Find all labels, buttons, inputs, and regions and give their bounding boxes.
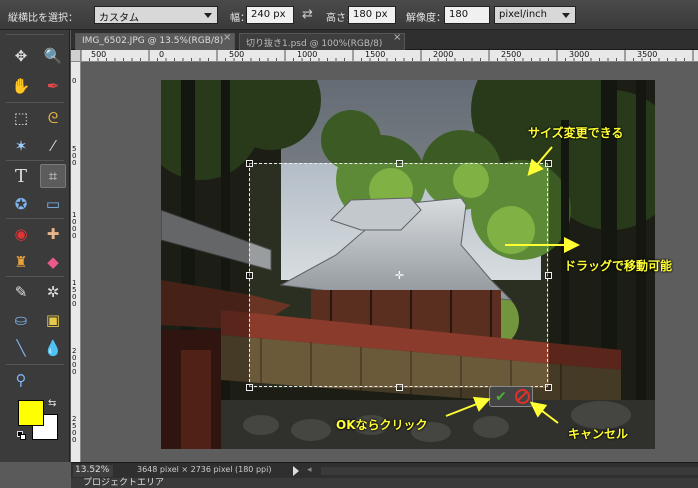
aspect-ratio-select[interactable]: カスタム bbox=[94, 6, 218, 24]
project-bin-label: プロジェクトエリア bbox=[83, 478, 165, 488]
zoom-level-field[interactable]: 13.52% bbox=[73, 465, 113, 477]
crop-handle-bottom-right[interactable] bbox=[545, 384, 552, 391]
width-field[interactable]: 240 px bbox=[246, 6, 294, 24]
eraser-tool-icon[interactable]: ◆ bbox=[40, 250, 66, 274]
gradient-tool-icon[interactable]: ▣ bbox=[40, 308, 66, 332]
ruler-origin[interactable] bbox=[71, 50, 81, 62]
vertical-ruler: 0 500 1000 1500 2000 2500 bbox=[71, 62, 81, 462]
healing-brush-tool-icon[interactable]: ✚ bbox=[40, 222, 66, 246]
ruler-tick-label: 2500 bbox=[501, 50, 522, 59]
tab-crop-psd[interactable]: 切り抜き1.psd @ 100%(RGB/8) bbox=[239, 33, 405, 50]
crop-handle-top-right[interactable] bbox=[545, 160, 552, 167]
chevron-down-icon bbox=[204, 13, 212, 18]
lasso-tool-icon[interactable]: ᘓ bbox=[40, 106, 66, 130]
crop-center-icon: ✛ bbox=[394, 269, 405, 282]
resolution-unit-select[interactable]: pixel/inch bbox=[494, 6, 576, 24]
resolution-field[interactable]: 180 bbox=[444, 6, 490, 24]
ruler-tick-label: 2000 bbox=[433, 50, 454, 59]
brush-tool-icon[interactable]: ✎ bbox=[8, 280, 34, 304]
ruler-tick-label: 2000 bbox=[72, 347, 77, 376]
close-icon[interactable]: × bbox=[393, 32, 401, 43]
toolbox-divider bbox=[6, 34, 64, 35]
photoshop-elements-window: 縦横比を選択： カスタム 幅： 240 px ⇄ 高さ： 180 px 解像度：… bbox=[0, 0, 698, 488]
crop-commit-controls: ✔ bbox=[489, 386, 533, 407]
crop-handle-right[interactable] bbox=[545, 272, 552, 279]
crop-handle-bottom-left[interactable] bbox=[246, 384, 253, 391]
horizontal-ruler: 500 0 500 1000 1500 2000 2500 3000 3500 bbox=[81, 50, 698, 62]
aspect-ratio-value: カスタム bbox=[99, 13, 139, 24]
default-colors-icon[interactable] bbox=[17, 431, 26, 440]
cancel-crop-button[interactable] bbox=[514, 389, 530, 404]
crop-handle-bottom[interactable] bbox=[396, 384, 403, 391]
type-tool-icon[interactable]: T bbox=[8, 164, 34, 188]
toolbox-divider bbox=[6, 276, 64, 277]
crop-selection-box[interactable]: ✛ bbox=[246, 160, 552, 391]
toolbox-divider bbox=[6, 364, 64, 365]
crop-handle-top-left[interactable] bbox=[246, 160, 253, 167]
magic-wand-tool-icon[interactable]: ✶ bbox=[8, 134, 34, 158]
project-bin-header[interactable]: プロジェクトエリア bbox=[71, 478, 698, 488]
ruler-tick-label: 0 bbox=[72, 77, 77, 85]
hand-tool-icon[interactable]: ✋ bbox=[8, 74, 34, 98]
blur-tool-icon[interactable]: 💧 bbox=[40, 336, 66, 360]
ruler-tick-label: 500 bbox=[229, 50, 245, 59]
line-tool-icon[interactable]: ╲ bbox=[8, 336, 34, 360]
play-right-icon[interactable] bbox=[293, 466, 299, 476]
scroll-left-icon[interactable]: ◂ bbox=[307, 465, 312, 475]
tab-label: IMG_6502.JPG @ 13.5%(RGB/8) bbox=[82, 36, 224, 46]
red-eye-tool-icon[interactable]: ◉ bbox=[8, 222, 34, 246]
crop-handle-top[interactable] bbox=[396, 160, 403, 167]
move-tool-icon[interactable]: ✥ bbox=[8, 44, 34, 68]
annotation-ok: OKならクリック bbox=[336, 418, 428, 432]
crop-tool-icon[interactable]: ⌗ bbox=[40, 164, 66, 188]
tab-label: 切り抜き1.psd @ 100%(RGB/8) bbox=[246, 39, 383, 49]
chevron-down-icon bbox=[562, 13, 570, 18]
cookie-cutter-tool-icon[interactable]: ✪ bbox=[8, 192, 34, 216]
ruler-tick-label: 3500 bbox=[637, 50, 658, 59]
toolbox-divider bbox=[6, 102, 64, 103]
crop-handle-left[interactable] bbox=[246, 272, 253, 279]
zoom-tool-icon[interactable]: 🔍 bbox=[40, 44, 66, 68]
ruler-tick-label: 500 bbox=[91, 50, 107, 59]
clone-stamp-tool-icon[interactable]: ♜ bbox=[8, 250, 34, 274]
swap-colors-icon[interactable]: ⇆ bbox=[48, 398, 56, 409]
crop-options-bar: 縦横比を選択： カスタム 幅： 240 px ⇄ 高さ： 180 px 解像度：… bbox=[0, 0, 698, 30]
height-field[interactable]: 180 px bbox=[348, 6, 396, 24]
annotation-cancel: キャンセル bbox=[568, 427, 629, 441]
horizontal-scrollbar[interactable] bbox=[321, 467, 698, 475]
ruler-tick-label: 500 bbox=[72, 145, 77, 167]
document-tab-bar: IMG_6502.JPG @ 13.5%(RGB/8) × 切り抜き1.psd … bbox=[71, 30, 698, 50]
ruler-tick-label: 3000 bbox=[569, 50, 590, 59]
toolbox: ✥ 🔍 ✋ ✒ ⬚ ᘓ ✶ ⁄ T ⌗ ✪ ▭ ◉ ✚ ♜ ◆ ✎ ✲ ⛀ ▣ … bbox=[0, 30, 70, 462]
status-bar: 13.52% 3648 pixel × 2736 pixel (180 ppi)… bbox=[71, 462, 698, 478]
ruler-tick-label: 1000 bbox=[72, 211, 77, 240]
resolution-label: 解像度： bbox=[406, 13, 446, 24]
sponge-tool-icon[interactable]: ⚲ bbox=[8, 368, 34, 392]
ruler-tick-label: 1500 bbox=[72, 279, 77, 308]
quick-selection-tool-icon[interactable]: ⁄ bbox=[40, 134, 66, 158]
ruler-tick-label: 2500 bbox=[72, 415, 77, 444]
marquee-tool-icon[interactable]: ⬚ bbox=[8, 106, 34, 130]
commit-crop-button[interactable]: ✔ bbox=[493, 389, 510, 405]
smart-brush-tool-icon[interactable]: ✲ bbox=[40, 280, 66, 304]
tab-img-6502[interactable]: IMG_6502.JPG @ 13.5%(RGB/8) bbox=[75, 33, 235, 50]
close-icon[interactable]: × bbox=[223, 32, 231, 43]
annotation-drag: ドラッグで移動可能 bbox=[564, 259, 673, 273]
paint-bucket-tool-icon[interactable]: ⛀ bbox=[8, 308, 34, 332]
ruler-tick-label: 0 bbox=[159, 50, 165, 59]
aspect-ratio-label: 縦横比を選択： bbox=[8, 13, 78, 24]
document-info: 3648 pixel × 2736 pixel (180 ppi) bbox=[137, 465, 272, 474]
toolbox-divider bbox=[6, 160, 64, 161]
eyedropper-tool-icon[interactable]: ✒ bbox=[40, 74, 66, 98]
ruler-tick-label: 1500 bbox=[365, 50, 386, 59]
toolbox-divider bbox=[6, 218, 64, 219]
foreground-color-swatch[interactable] bbox=[18, 400, 44, 426]
swap-dimensions-icon[interactable]: ⇄ bbox=[302, 7, 318, 23]
ruler-tick-label: 1000 bbox=[297, 50, 318, 59]
resolution-unit-value: pixel/inch bbox=[499, 9, 547, 20]
straighten-tool-icon[interactable]: ▭ bbox=[40, 192, 66, 216]
annotation-resize: サイズ変更できる bbox=[528, 126, 624, 140]
